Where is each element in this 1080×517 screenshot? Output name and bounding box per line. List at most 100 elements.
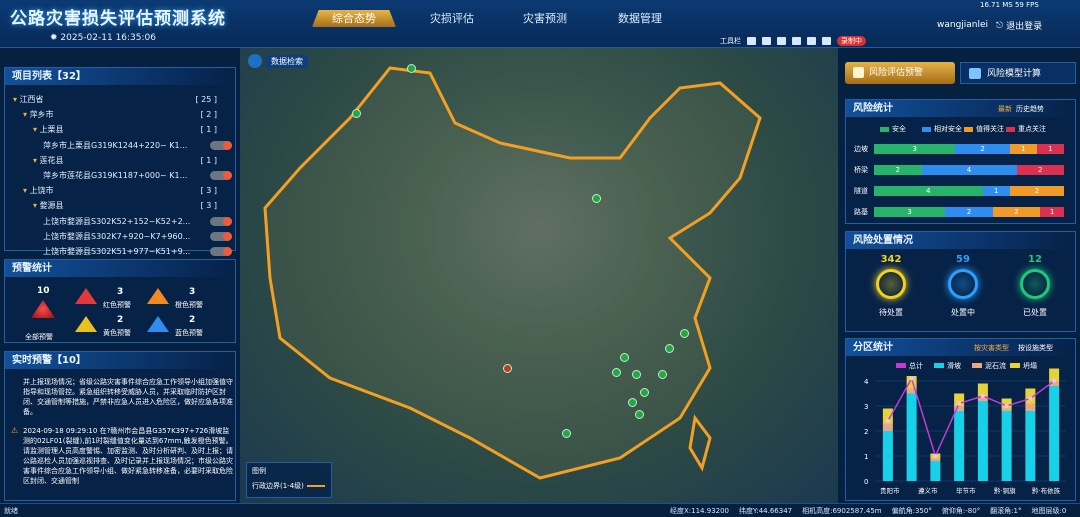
map-marker[interactable] [407, 64, 416, 73]
handling-icon [1020, 269, 1050, 299]
status-item: 地图层级:0 [1031, 507, 1067, 515]
warning-total-value: 10 [37, 286, 50, 296]
tree-toggle[interactable] [210, 247, 232, 256]
chart-total-point [933, 454, 938, 458]
perf-indicator: 16.71 MS 59 FPS [980, 1, 1039, 9]
map-marker-red[interactable] [503, 364, 512, 373]
map-marker[interactable] [628, 398, 637, 407]
status-item: 俯仰角:-80° [941, 507, 981, 515]
record-button[interactable]: 录制中 [837, 36, 866, 46]
risk-history-link[interactable]: 历史趋势 [1016, 104, 1044, 114]
map-marker[interactable] [665, 344, 674, 353]
chart-ytick: 2 [864, 428, 868, 436]
layers-icon[interactable] [762, 37, 771, 45]
user-name: wangjianlei [937, 20, 989, 30]
risk-bar-segment: 1 [1009, 144, 1037, 154]
tab-risk-assessment[interactable]: 风险评估预警 [845, 62, 955, 84]
legend-swatch [964, 126, 973, 132]
chart-xtick: 贵阳市 [880, 486, 900, 495]
status-item: 经度X:114.93200 [670, 507, 730, 515]
legend-label: 行政边界(1-4级) [252, 482, 304, 490]
tree-row[interactable]: ▾ 婺源县[ 3 ] [33, 200, 227, 212]
tree-row[interactable]: ▾ 上栗县[ 1 ] [33, 124, 227, 136]
status-item: 偏航角:350° [891, 507, 932, 515]
tree-toggle[interactable] [210, 216, 232, 226]
tree-label: 萍乡市 [29, 110, 54, 120]
map-marker[interactable] [612, 368, 621, 377]
nav-tab-data[interactable]: 数据管理 [600, 10, 680, 27]
risk-legend-item: 值得关注 [964, 124, 1004, 134]
chart-bar [1001, 411, 1012, 481]
tree-toggle[interactable] [210, 171, 232, 180]
district-by-disaster-link[interactable]: 按灾害类型 [974, 343, 1009, 353]
nav-tab-assessment[interactable]: 灾损评估 [412, 10, 492, 27]
tree-row[interactable]: 萍乡市莲花县G319K1187+000~ K1... [43, 170, 227, 182]
map-marker[interactable] [620, 353, 629, 362]
warning-value: 3 [189, 287, 196, 297]
risk-handling-panel: 风险处置情况 342 待处置 59 处置中 12 已处置 [845, 231, 1076, 332]
data-search-label: 数据检索 [266, 54, 308, 68]
tree-toggle[interactable] [210, 140, 232, 150]
warning-total-label: 全部预警 [25, 333, 53, 341]
legend-swatch [880, 126, 889, 132]
map-marker[interactable] [562, 429, 571, 438]
tree-count: [ 3 ] [200, 201, 217, 211]
chart-bar [1001, 408, 1012, 411]
map-marker[interactable] [680, 329, 689, 338]
chart-total-point [1052, 379, 1057, 383]
home-icon[interactable] [747, 37, 756, 45]
header: 公路灾害损失评估预测系统 ✹ 2025-02-11 16:35:06 综合态势 … [0, 0, 1080, 48]
fullscreen-icon[interactable] [822, 37, 831, 45]
tree-count: [ 25 ] [195, 95, 217, 104]
tree-row[interactable]: ▾ 萍乡市[ 2 ] [23, 109, 227, 121]
risk-legend-item: 安全 [880, 124, 906, 134]
chart-total-point [909, 376, 914, 381]
screenshot-icon[interactable] [807, 37, 816, 45]
map-marker[interactable] [640, 388, 649, 397]
warning-cone-icon [75, 288, 97, 304]
risk-bar-segment: 2 [945, 207, 993, 217]
tree-row[interactable]: 上饶市婺源县S302K7+920~K7+960... [43, 231, 227, 243]
tree-label: 莲花县 [39, 155, 64, 165]
tree-row[interactable]: ▾ 江西省[ 25 ] [13, 94, 227, 106]
tree-row[interactable]: 上饶市婺源县S302K51+977~K51+9... [43, 246, 227, 258]
risk-legend-item: 重点关注 [1006, 124, 1046, 134]
tree-row[interactable]: ▾ 上饶市[ 3 ] [23, 185, 227, 197]
toolbar-label[interactable]: 工具栏 [720, 36, 741, 46]
warning-label: 黄色预警 [103, 329, 131, 337]
chart-bar [954, 411, 965, 481]
risk-row-label: 边坡 [854, 145, 868, 153]
chart-total-point [1028, 396, 1033, 401]
tree-toggle[interactable] [210, 231, 232, 241]
print-icon[interactable] [792, 37, 801, 45]
map-marker[interactable] [658, 370, 667, 379]
risk-bar-segment: 3 [874, 207, 946, 217]
status-item: 纬度Y:44.66347 [739, 507, 793, 515]
nav-tab-overview[interactable]: 综合态势 [312, 10, 396, 27]
map-view[interactable]: 数据检索 图例 行政边界(1-4级) [240, 48, 838, 503]
tree-count: [ 2 ] [200, 110, 217, 120]
risk-latest-link[interactable]: 最新 [998, 104, 1012, 114]
tree-row[interactable]: 萍乡市上栗县G319K1244+220~ K1... [43, 140, 227, 152]
map-marker[interactable] [592, 194, 601, 203]
district-by-facility-link[interactable]: 按设施类型 [1018, 343, 1053, 353]
chart-total-point [957, 401, 962, 406]
logout-button[interactable]: ⎋ 退出登录 [996, 19, 1042, 33]
status-items: 经度X:114.93200 纬度Y:44.66347 相机高度:6902587.45… [670, 506, 1066, 516]
tab-risk-model[interactable]: 风险模型计算 [960, 62, 1076, 84]
data-search-button[interactable]: 数据检索 [248, 54, 308, 68]
nav-tab-prediction[interactable]: 灾害预测 [505, 10, 585, 27]
map-marker[interactable] [352, 109, 361, 118]
chart-ytick: 0 [864, 478, 868, 486]
handling-label: 已处置 [1023, 308, 1047, 317]
tree-row[interactable]: ▾ 莲花县[ 1 ] [33, 155, 227, 167]
chart-total-point [1004, 404, 1009, 408]
map-marker[interactable] [632, 370, 641, 379]
district-chart: 总计 滑坡 泥石流 坍塌 0 1 2 3 4 贵阳市 遵义市 毕节市 黔·铜旗 黔·布依族 [864, 361, 1066, 495]
ruler-icon[interactable] [777, 37, 786, 45]
risk-row-label: 隧道 [854, 187, 868, 195]
map-marker[interactable] [635, 410, 644, 419]
tree-row[interactable]: 上饶市婺源县S302K52+152~K52+2... [43, 216, 227, 228]
status-left: 就绪 [4, 507, 18, 515]
warning-cone-icon [147, 316, 169, 332]
